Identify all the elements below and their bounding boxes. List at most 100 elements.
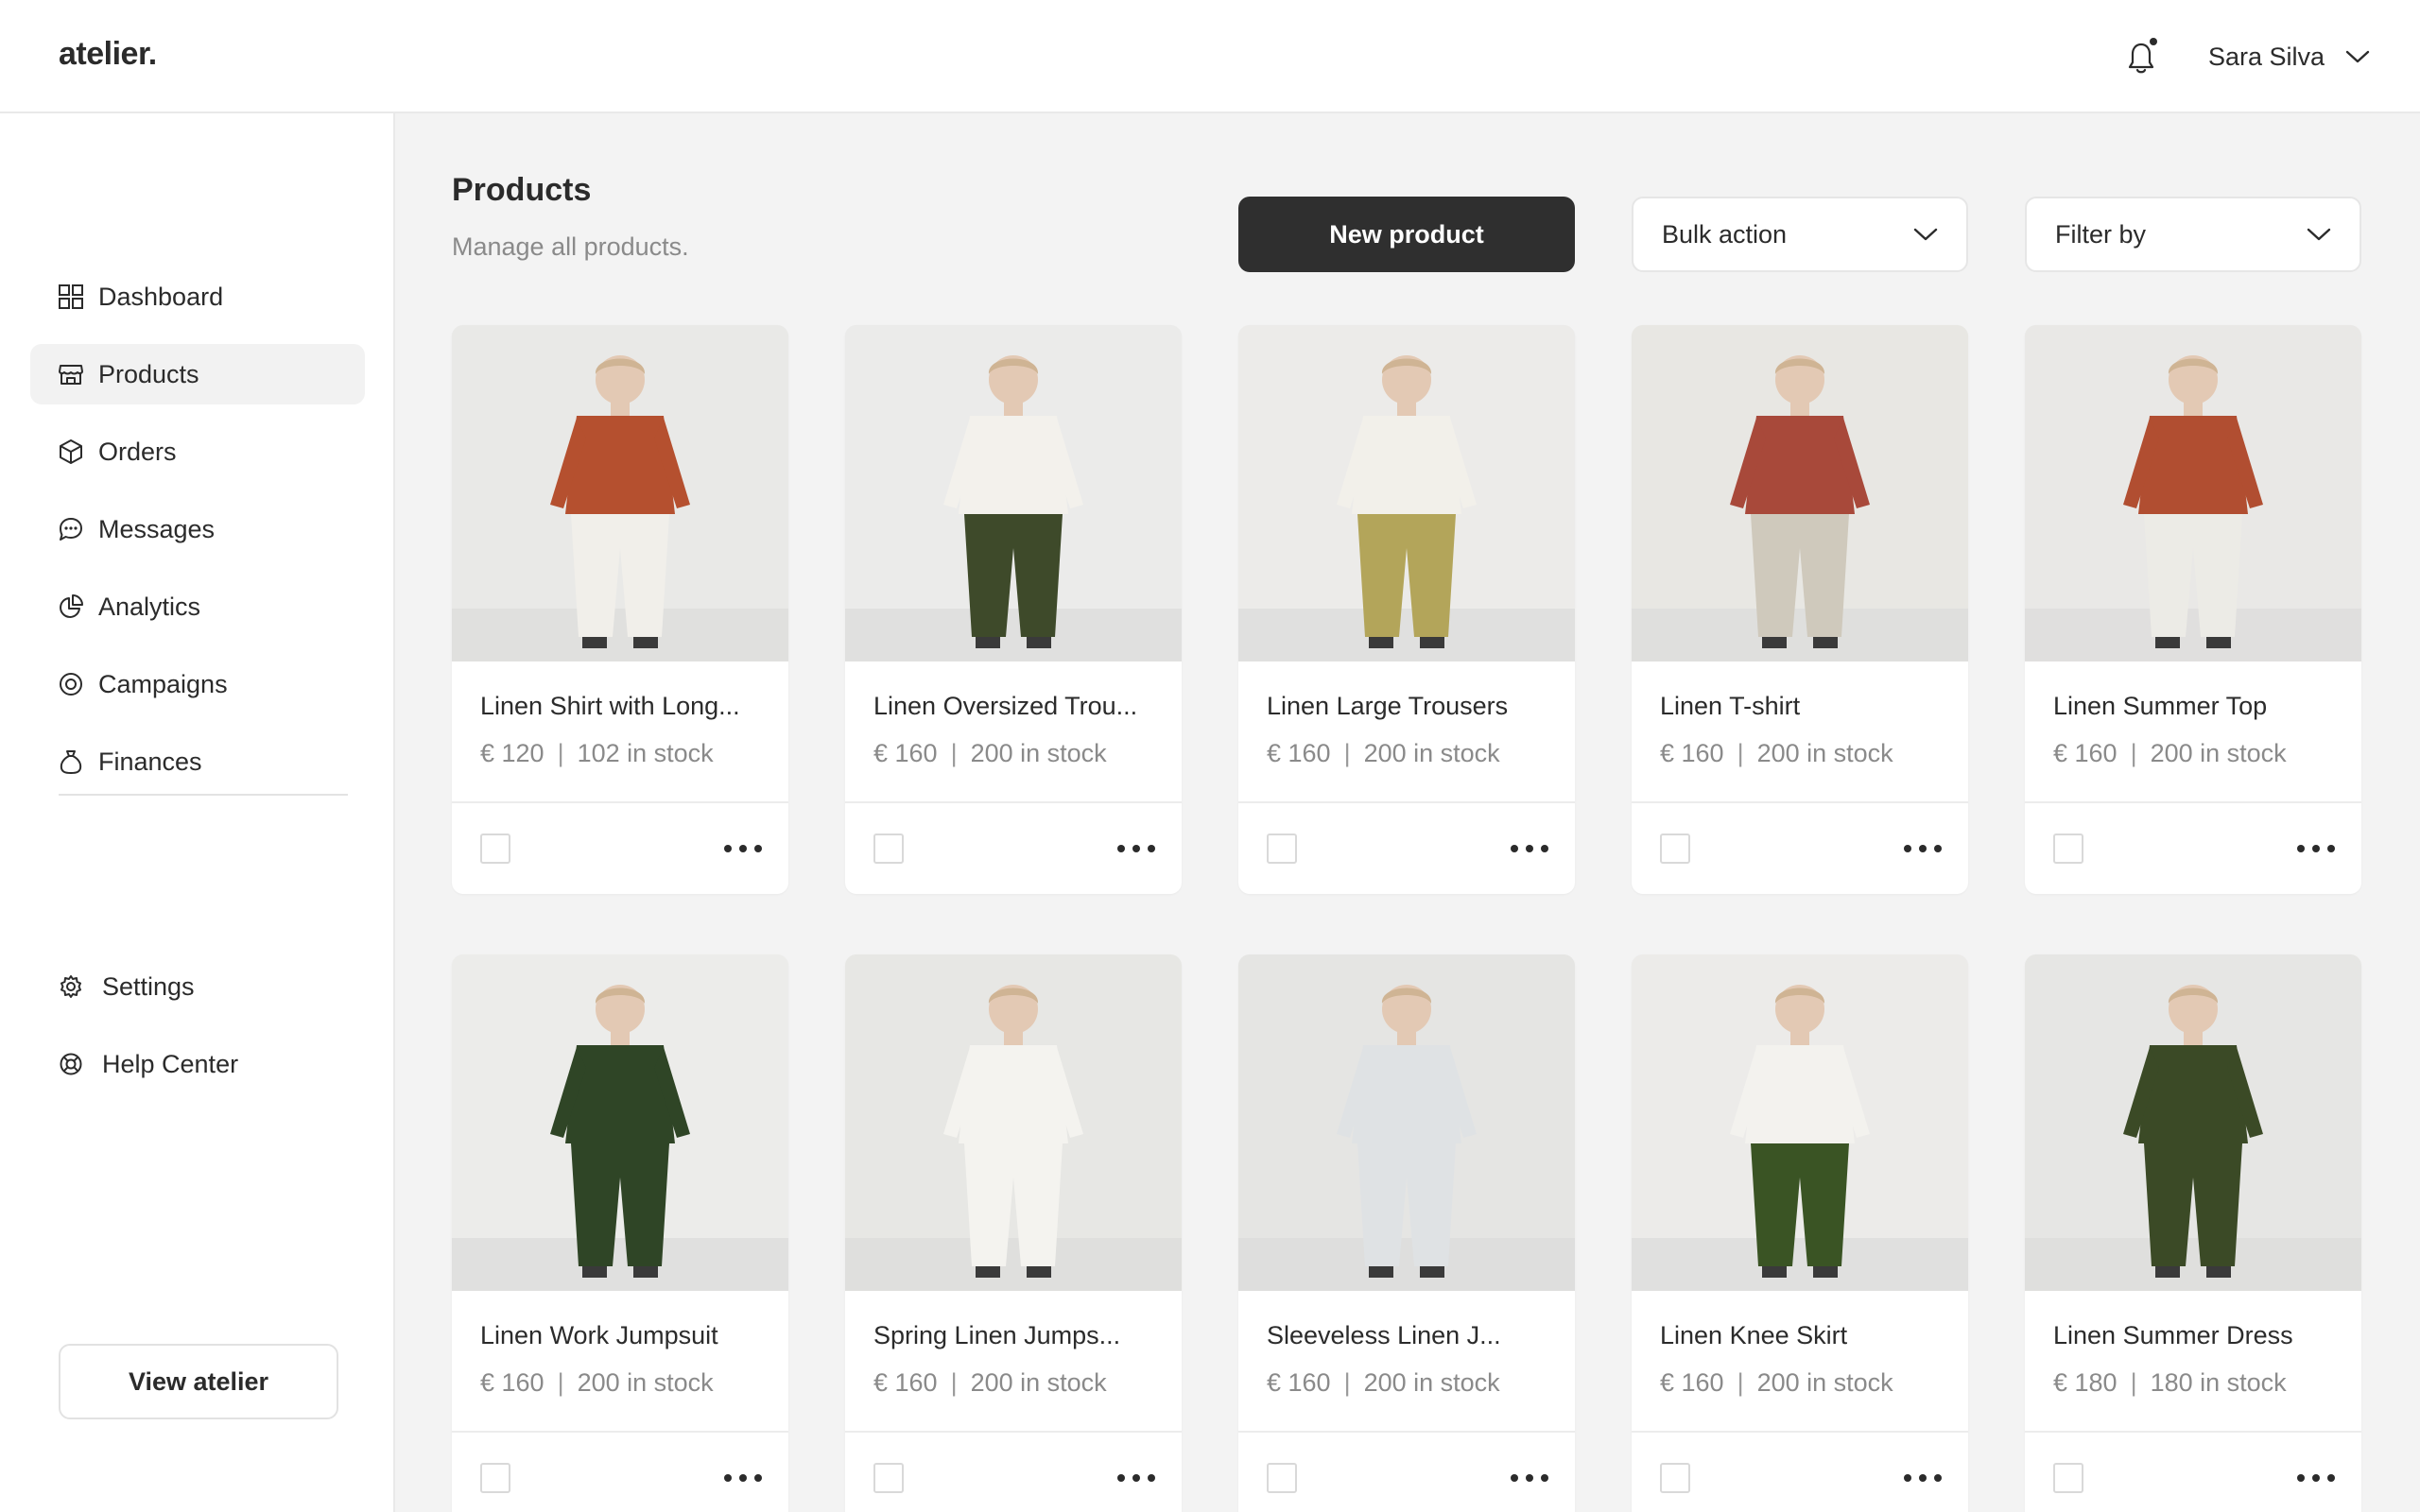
product-price: € 160 <box>1267 739 1331 767</box>
top-bar: atelier. Sara Silva <box>0 0 2420 113</box>
sidebar-item-messages[interactable]: Messages <box>30 499 365 559</box>
select-checkbox[interactable] <box>1660 833 1690 864</box>
product-price: € 160 <box>873 739 938 767</box>
select-checkbox[interactable] <box>1660 1463 1690 1493</box>
sidebar-item-analytics[interactable]: Analytics <box>30 576 365 637</box>
more-options-button[interactable] <box>724 1467 762 1489</box>
card-footer <box>845 1431 1182 1512</box>
product-price: € 160 <box>2053 739 2118 767</box>
sidebar-item-settings[interactable]: Settings <box>30 956 365 1017</box>
product-card[interactable]: Sleeveless Linen J... € 160 | 200 in stock <box>1238 954 1575 1512</box>
more-options-button[interactable] <box>1511 837 1548 860</box>
select-checkbox[interactable] <box>2053 1463 2083 1493</box>
select-checkbox[interactable] <box>873 1463 904 1493</box>
view-atelier-button[interactable]: View atelier <box>59 1344 338 1419</box>
user-menu[interactable]: Sara Silva <box>2208 38 2370 76</box>
ellipsis-icon <box>1117 1474 1155 1482</box>
notifications-button[interactable] <box>2125 38 2159 76</box>
product-photo[interactable] <box>1632 325 1968 662</box>
meta-separator: | <box>557 1368 564 1397</box>
sidebar-item-help-center[interactable]: Help Center <box>30 1034 365 1094</box>
product-meta: € 160 | 200 in stock <box>1267 1368 1500 1398</box>
chevron-down-icon <box>2345 50 2370 63</box>
more-options-button[interactable] <box>1117 837 1155 860</box>
product-stock: 200 in stock <box>970 1368 1107 1397</box>
product-card[interactable]: Linen Shirt with Long... € 120 | 102 in st… <box>452 325 788 894</box>
sidebar-item-orders[interactable]: Orders <box>30 421 365 482</box>
sidebar: Dashboard Products Orders Messages Analy… <box>0 113 395 1512</box>
product-stock: 180 in stock <box>2150 1368 2287 1397</box>
meta-separator: | <box>1737 739 1744 767</box>
select-checkbox[interactable] <box>2053 833 2083 864</box>
product-card[interactable]: Linen Work Jumpsuit € 160 | 200 in stock <box>452 954 788 1512</box>
more-options-button[interactable] <box>724 837 762 860</box>
product-price: € 160 <box>1660 1368 1724 1397</box>
product-stock: 200 in stock <box>577 1368 714 1397</box>
meta-separator: | <box>950 739 958 767</box>
product-card[interactable]: Linen T-shirt € 160 | 200 in stock <box>1632 325 1968 894</box>
product-name[interactable]: Linen T-shirt <box>1660 692 1800 721</box>
card-footer <box>2025 1431 2361 1512</box>
product-meta: € 180 | 180 in stock <box>2053 1368 2287 1398</box>
more-options-button[interactable] <box>1117 1467 1155 1489</box>
meta-separator: | <box>1737 1368 1744 1397</box>
product-photo[interactable] <box>2025 325 2361 662</box>
product-name[interactable]: Linen Shirt with Long... <box>480 692 740 721</box>
select-checkbox[interactable] <box>1267 833 1297 864</box>
filter-select[interactable]: Filter by <box>2025 197 2361 272</box>
product-name[interactable]: Linen Oversized Trou... <box>873 692 1137 721</box>
select-checkbox[interactable] <box>480 833 510 864</box>
sidebar-item-label: Dashboard <box>98 282 224 311</box>
card-footer <box>1238 801 1575 894</box>
product-card[interactable]: Linen Summer Dress € 180 | 180 in stock <box>2025 954 2361 1512</box>
product-name[interactable]: Linen Knee Skirt <box>1660 1321 1847 1350</box>
product-name[interactable]: Spring Linen Jumps... <box>873 1321 1120 1350</box>
app-logo[interactable]: atelier. <box>59 36 157 73</box>
money-bag-icon <box>57 747 85 776</box>
product-photo[interactable] <box>452 325 788 662</box>
product-photo[interactable] <box>1632 954 1968 1291</box>
product-name[interactable]: Sleeveless Linen J... <box>1267 1321 1501 1350</box>
product-card[interactable]: Linen Knee Skirt € 160 | 200 in stock <box>1632 954 1968 1512</box>
product-name[interactable]: Linen Summer Dress <box>2053 1321 2293 1350</box>
product-card[interactable]: Spring Linen Jumps... € 160 | 200 in stock <box>845 954 1182 1512</box>
select-checkbox[interactable] <box>1267 1463 1297 1493</box>
bulk-action-select[interactable]: Bulk action <box>1632 197 1968 272</box>
product-photo[interactable] <box>845 325 1182 662</box>
sidebar-divider <box>59 794 348 796</box>
product-photo[interactable] <box>2025 954 2361 1291</box>
sidebar-item-campaigns[interactable]: Campaigns <box>30 654 365 714</box>
ellipsis-icon <box>1511 845 1548 852</box>
product-photo[interactable] <box>452 954 788 1291</box>
product-name[interactable]: Linen Large Trousers <box>1267 692 1508 721</box>
more-options-button[interactable] <box>2297 837 2335 860</box>
ellipsis-icon <box>1904 845 1942 852</box>
product-name[interactable]: Linen Work Jumpsuit <box>480 1321 718 1350</box>
sidebar-item-finances[interactable]: Finances <box>30 731 365 792</box>
meta-separator: | <box>1343 739 1351 767</box>
more-options-button[interactable] <box>1511 1467 1548 1489</box>
card-footer <box>1632 801 1968 894</box>
sidebar-item-dashboard[interactable]: Dashboard <box>30 266 365 327</box>
product-photo[interactable] <box>1238 954 1575 1291</box>
product-card[interactable]: Linen Oversized Trou... € 160 | 200 in sto… <box>845 325 1182 894</box>
ellipsis-icon <box>724 1474 762 1482</box>
lifebuoy-icon <box>57 1050 85 1078</box>
product-photo[interactable] <box>845 954 1182 1291</box>
product-card[interactable]: Linen Summer Top € 160 | 200 in stock <box>2025 325 2361 894</box>
card-footer <box>845 801 1182 894</box>
more-options-button[interactable] <box>2297 1467 2335 1489</box>
sidebar-item-products[interactable]: Products <box>30 344 365 404</box>
product-price: € 180 <box>2053 1368 2118 1397</box>
product-name[interactable]: Linen Summer Top <box>2053 692 2267 721</box>
ellipsis-icon <box>2297 845 2335 852</box>
product-meta: € 160 | 200 in stock <box>873 739 1107 768</box>
product-card[interactable]: Linen Large Trousers € 160 | 200 in stock <box>1238 325 1575 894</box>
more-options-button[interactable] <box>1904 1467 1942 1489</box>
select-checkbox[interactable] <box>873 833 904 864</box>
product-price: € 160 <box>1267 1368 1331 1397</box>
more-options-button[interactable] <box>1904 837 1942 860</box>
product-photo[interactable] <box>1238 325 1575 662</box>
new-product-button[interactable]: New product <box>1238 197 1575 272</box>
select-checkbox[interactable] <box>480 1463 510 1493</box>
